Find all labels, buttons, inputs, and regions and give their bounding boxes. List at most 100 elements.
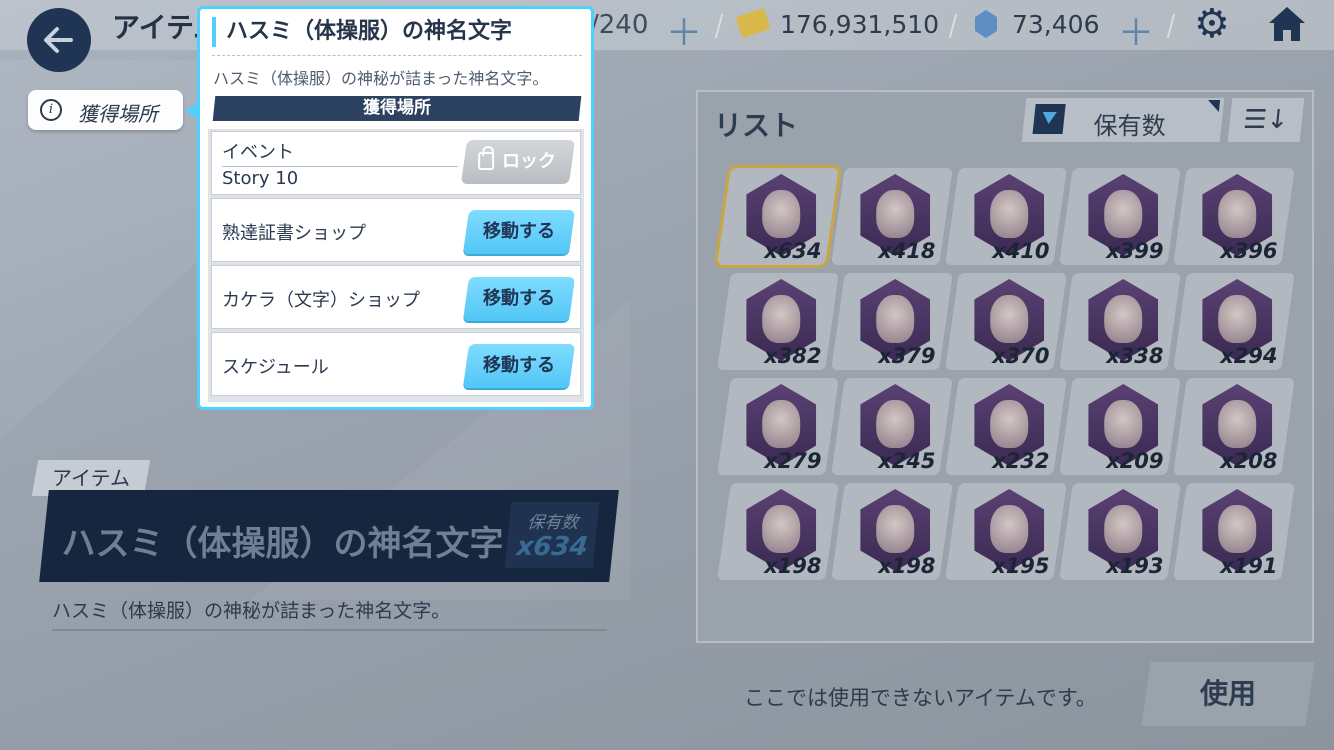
gear-icon[interactable]: ⚙: [1194, 2, 1230, 46]
back-button[interactable]: [27, 8, 91, 72]
add-capacity-button[interactable]: ＋: [666, 4, 702, 56]
item-cell[interactable]: x418: [831, 168, 953, 265]
gem-icon: [975, 10, 997, 38]
go-button-label: 移動する: [483, 288, 555, 309]
item-count: x195: [991, 554, 1050, 578]
item-list-panel: リスト 保有数 ☰↓ x634 x418 x410 x399 x396 x382 x379 x…: [696, 90, 1314, 643]
item-cell[interactable]: x338: [1059, 273, 1181, 370]
sort-filter-button[interactable]: 保有数: [1021, 98, 1225, 142]
item-count: x193: [1105, 554, 1164, 578]
list-title: リスト: [714, 109, 799, 142]
item-cell[interactable]: x379: [831, 273, 953, 370]
source-row-schedule: スケジュール 移動する: [211, 332, 581, 396]
item-cell[interactable]: x195: [945, 483, 1067, 580]
item-cell[interactable]: x634: [713, 165, 843, 268]
item-name: ハスミ（体操服）の神名文字: [61, 524, 504, 564]
source-row-fragment-shop: カケラ（文字）ショップ 移動する: [211, 265, 581, 329]
item-cell[interactable]: x198: [831, 483, 953, 580]
item-count: x191: [1219, 554, 1278, 578]
source-name: スケジュール: [222, 357, 329, 378]
inventory-capacity: /240: [590, 10, 649, 40]
item-cell[interactable]: x198: [717, 483, 839, 580]
acquisition-popup: ハスミ（体操服）の神名文字 ハスミ（体操服）の神秘が詰まった神名文字。 獲得場所…: [197, 6, 594, 410]
popup-description: ハスミ（体操服）の神秘が詰まった神名文字。: [213, 69, 549, 88]
item-cell[interactable]: x191: [1173, 483, 1295, 580]
sort-order-button[interactable]: ☰↓: [1227, 98, 1305, 142]
item-count: x245: [877, 449, 936, 473]
item-count: x208: [1219, 449, 1278, 473]
sort-order-icon: ☰↓: [1241, 105, 1291, 135]
source-name: Story 10: [222, 168, 299, 189]
lock-icon: [478, 152, 495, 170]
owned-value: x634: [515, 532, 590, 562]
item-count: x634: [763, 239, 822, 263]
source-name: カケラ（文字）ショップ: [222, 290, 420, 311]
item-cell[interactable]: x279: [717, 378, 839, 475]
acquisition-label: 獲得場所: [78, 102, 158, 126]
item-cell[interactable]: x193: [1059, 483, 1181, 580]
owned-count-box: 保有数 x634: [504, 502, 600, 568]
item-count: x232: [991, 449, 1050, 473]
arrow-left-icon: [44, 27, 73, 53]
item-count: x379: [877, 344, 936, 368]
item-count: x338: [1105, 344, 1164, 368]
item-cell[interactable]: x232: [945, 378, 1067, 475]
add-gem-button[interactable]: ＋: [1118, 4, 1154, 56]
item-cell[interactable]: x410: [945, 168, 1067, 265]
acquisition-info-button[interactable]: i 獲得場所: [28, 90, 183, 130]
item-cell[interactable]: x294: [1173, 273, 1295, 370]
item-count: x399: [1105, 239, 1164, 263]
sort-corner-marker: [1206, 100, 1221, 112]
item-count: x410: [991, 239, 1050, 263]
go-button[interactable]: 移動する: [462, 344, 576, 388]
item-count: x198: [763, 554, 822, 578]
locked-button[interactable]: ロック: [460, 140, 576, 184]
item-count: x209: [1105, 449, 1164, 473]
item-cell[interactable]: x399: [1059, 168, 1181, 265]
divider: [1166, 14, 1176, 38]
popup-title: ハスミ（体操服）の神名文字: [212, 17, 512, 47]
item-cell[interactable]: x208: [1173, 378, 1295, 475]
source-row-shop: 熟達証書ショップ 移動する: [211, 198, 581, 262]
filter-icon: [1032, 104, 1066, 134]
item-count: x382: [763, 344, 822, 368]
owned-label: 保有数: [526, 513, 580, 533]
source-row-event: イベント Story 10 ロック: [211, 131, 581, 195]
item-count: x294: [1219, 344, 1278, 368]
item-cell[interactable]: x209: [1059, 378, 1181, 475]
sort-label: 保有数: [1093, 112, 1166, 140]
item-cell[interactable]: x370: [945, 273, 1067, 370]
divider: [948, 14, 958, 38]
item-cell[interactable]: x245: [831, 378, 953, 475]
source-name: 熟達証書ショップ: [222, 223, 366, 244]
popup-section-header: 獲得場所: [212, 96, 582, 121]
use-button[interactable]: 使用: [1141, 662, 1315, 726]
cannot-use-note: ここでは使用できないアイテムです。: [744, 686, 1097, 710]
item-count: x396: [1219, 239, 1278, 263]
item-count: x370: [991, 344, 1050, 368]
item-cell[interactable]: x396: [1173, 168, 1295, 265]
item-count: x418: [877, 239, 936, 263]
item-grid: x634 x418 x410 x399 x396 x382 x379 x370 x338 x294…: [706, 156, 1302, 580]
item-description: ハスミ（体操服）の神秘が詰まった神名文字。: [52, 596, 607, 631]
credit-icon: [735, 7, 771, 39]
gem-value: 73,406: [1012, 10, 1100, 39]
go-button[interactable]: 移動する: [462, 210, 576, 254]
locked-button-label: ロック: [502, 151, 556, 172]
item-count: x279: [763, 449, 822, 473]
go-button-label: 移動する: [483, 221, 555, 242]
source-list[interactable]: イベント Story 10 ロック 熟達証書ショップ 移動する カケラ（文字）シ…: [208, 129, 584, 402]
home-icon[interactable]: [1268, 6, 1306, 42]
info-icon: i: [40, 99, 62, 121]
divider: [714, 14, 724, 38]
go-button-label: 移動する: [483, 355, 555, 376]
item-count: x198: [877, 554, 936, 578]
item-cell[interactable]: x382: [717, 273, 839, 370]
credit-value: 176,931,510: [780, 10, 940, 39]
divider: [212, 55, 582, 56]
item-grid-scroll[interactable]: x634 x418 x410 x399 x396 x382 x379 x370 x338 x294…: [706, 156, 1302, 631]
source-category: イベント: [222, 138, 458, 167]
use-button-label: 使用: [1199, 677, 1256, 710]
section-header-label: 獲得場所: [363, 98, 431, 118]
go-button[interactable]: 移動する: [462, 277, 576, 321]
